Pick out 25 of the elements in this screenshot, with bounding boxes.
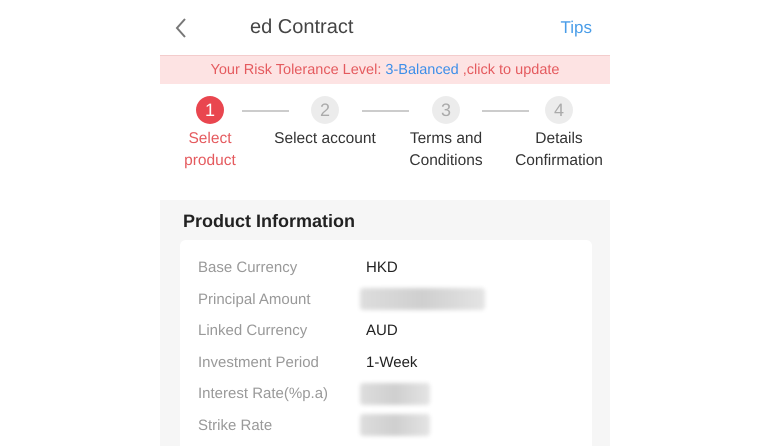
field-label: Principal Amount	[198, 290, 312, 308]
tips-link[interactable]: Tips	[560, 18, 592, 38]
step-number: 2	[311, 96, 339, 124]
field-label: Base Currency	[198, 259, 298, 276]
step-number: 1	[196, 96, 224, 124]
field-label: Interest Rate(%p.a)	[198, 385, 330, 402]
field-label: Strike Rate	[198, 416, 274, 434]
field-label: Investment Period	[198, 354, 320, 371]
back-icon[interactable]	[174, 16, 188, 38]
step-label: Details Confirmation	[514, 129, 604, 171]
risk-tolerance-notice: Your Risk Tolerance Level: 3-Balanced ,click to update	[210, 62, 560, 78]
section-title: Product Information	[183, 211, 356, 232]
step-number: 4	[545, 96, 573, 124]
page-title: ed Contract	[250, 16, 354, 39]
field-value: 1-Week	[366, 354, 418, 371]
field-label: Linked Currency	[198, 322, 308, 340]
step-label: Terms and Conditions	[408, 129, 484, 171]
field-value: AUD	[366, 322, 398, 340]
step-number: 3	[432, 96, 460, 124]
blurred-value	[360, 414, 430, 436]
risk-level-link[interactable]: 3-Balanced	[385, 62, 459, 78]
step-label: Select account	[274, 129, 376, 149]
field-value: HKD	[366, 259, 398, 276]
blurred-value	[360, 382, 430, 405]
step-label: Select product	[183, 129, 237, 171]
